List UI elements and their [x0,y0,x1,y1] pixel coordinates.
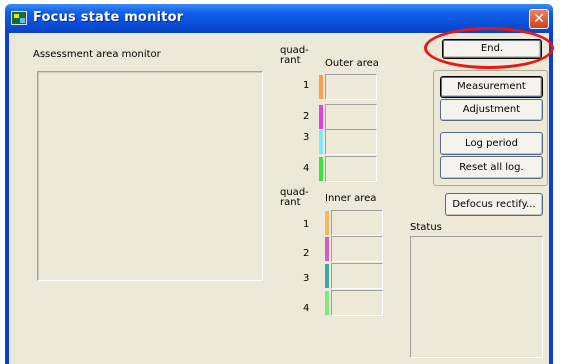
outer-quadrant-2-label: 2 [303,111,310,122]
inner-quadrant-4-color [325,291,329,315]
client-area: Assessment area monitor quad- rant Outer… [9,33,549,364]
outer-quadrant-2-value [325,104,377,130]
inner-quadrant-1-label: 1 [303,219,310,230]
reset-all-log-button[interactable]: Reset all log. [440,156,543,179]
status-display [410,236,543,358]
outer-area-header: Outer area [325,58,379,69]
highlight-ellipse [424,27,554,69]
app-icon [11,11,27,25]
assessment-area-label: Assessment area monitor [33,49,161,60]
outer-quadrant-3-label: 3 [303,132,310,143]
defocus-rectify-button[interactable]: Defocus rectify... [445,193,543,216]
inner-quadrant-4-label: 4 [303,303,310,314]
outer-quadrant-4-label: 4 [303,163,310,174]
inner-quadrant-3-value [331,263,383,289]
outer-quadrant-3-color [319,130,323,154]
measurement-button[interactable]: Measurement [440,76,543,98]
outer-quadrant-3-value [325,129,377,155]
inner-quadrant-2-color [325,237,329,261]
outer-quadrant-4-color [319,157,323,181]
inner-quadrant-1-color [325,211,329,235]
outer-quadrant-header: quad- rant [280,45,309,66]
inner-quadrant-1-value [331,210,383,236]
status-label: Status [410,222,442,233]
outer-quadrant-4-value [325,156,377,182]
outer-quadrant-1-color [319,75,323,99]
outer-quadrant-1-label: 1 [303,80,310,91]
outer-quadrant-2-color [319,105,323,129]
close-button[interactable]: ✕ [529,9,549,29]
inner-quadrant-header: quad- rant [280,187,309,208]
inner-quadrant-4-value [331,290,383,316]
outer-quadrant-1-value [325,74,377,100]
log-period-button[interactable]: Log period [440,132,543,155]
inner-quadrant-3-label: 3 [303,273,310,284]
inner-quadrant-2-label: 2 [303,248,310,259]
adjustment-button[interactable]: Adjustment [440,99,543,121]
inner-quadrant-2-value [331,236,383,262]
inner-quadrant-3-color [325,264,329,288]
window-title: Focus state monitor [33,10,184,25]
assessment-area-monitor [37,71,263,281]
inner-area-header: Inner area [325,193,377,204]
